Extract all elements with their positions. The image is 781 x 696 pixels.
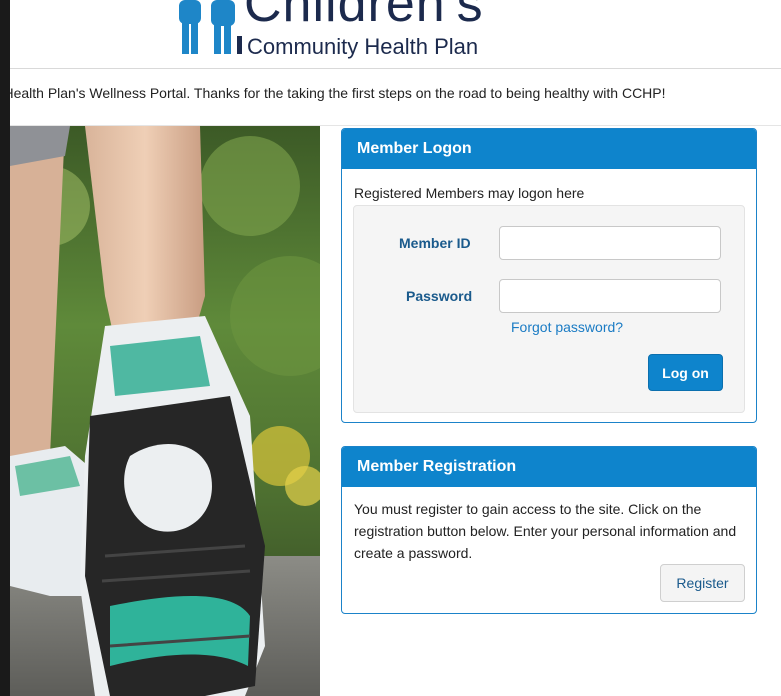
logo-wordmark: Children's xyxy=(244,0,484,33)
logo-subtitle: Community Health Plan xyxy=(247,34,479,59)
member-registration-panel: Member Registration You must register to… xyxy=(341,446,757,614)
window-edge xyxy=(0,0,10,696)
forgot-password-link[interactable]: Forgot password? xyxy=(511,319,623,335)
walking-sneaker-image xyxy=(10,126,320,696)
member-logon-title: Member Logon xyxy=(342,129,756,169)
member-id-input[interactable] xyxy=(499,226,721,260)
welcome-text: unity Health Plan's Wellness Portal. Tha… xyxy=(10,85,666,101)
hero-photo xyxy=(10,126,320,696)
logon-form: Member ID Password Forgot password? Log … xyxy=(353,205,745,413)
register-button[interactable]: Register xyxy=(660,564,745,602)
site-header: Children's Community Health Plan xyxy=(10,0,781,69)
member-registration-title: Member Registration xyxy=(342,447,756,487)
logo-children-figures-icon xyxy=(179,0,242,54)
member-logon-panel: Member Logon Registered Members may logo… xyxy=(341,128,757,423)
member-id-label: Member ID xyxy=(399,235,471,251)
password-input[interactable] xyxy=(499,279,721,313)
welcome-banner: unity Health Plan's Wellness Portal. Tha… xyxy=(10,68,781,126)
log-on-button[interactable]: Log on xyxy=(648,354,723,391)
password-label: Password xyxy=(406,288,473,304)
logon-intro-text: Registered Members may logon here xyxy=(354,185,585,201)
registration-description: You must register to gain access to the … xyxy=(354,501,737,561)
